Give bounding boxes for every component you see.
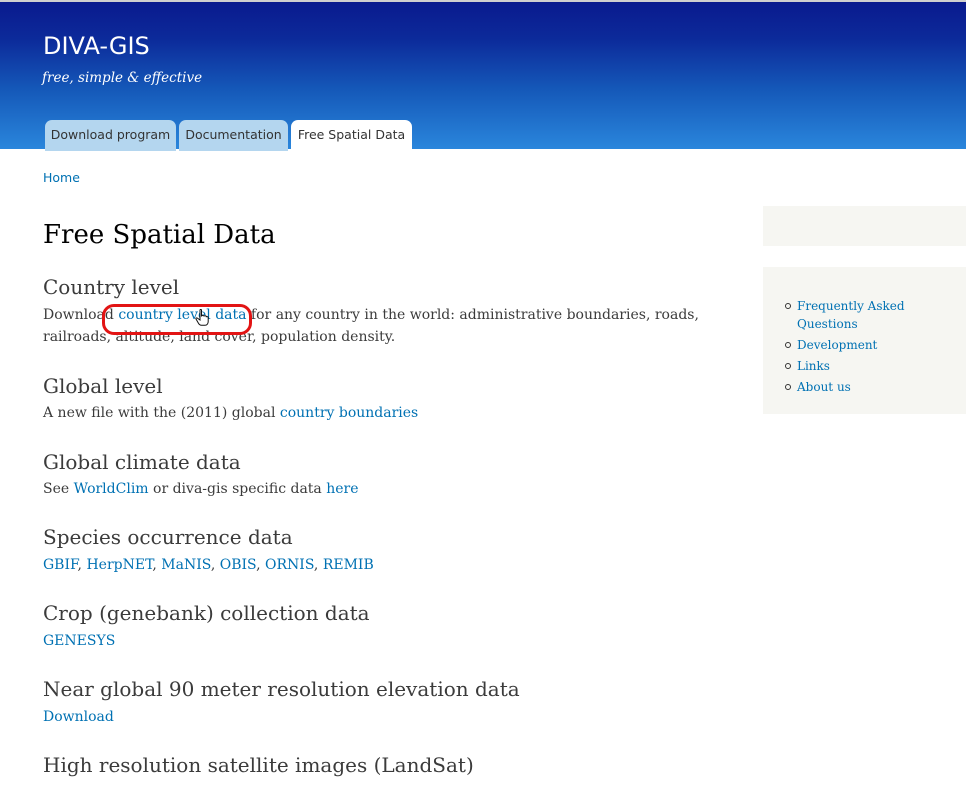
section-text-crop-collection: GENESYS: [43, 630, 733, 652]
obis-link[interactable]: OBIS: [220, 557, 256, 573]
tab-free-spatial-data[interactable]: Free Spatial Data: [291, 120, 412, 151]
elevation-download-link[interactable]: Download: [43, 709, 114, 725]
section-text-species-occurrence: GBIF, HerpNET, MaNIS, OBIS, ORNIS, REMIB: [43, 554, 733, 576]
species-separator: ,: [256, 557, 266, 573]
section-text-global-level: A new file with the (2011) global countr…: [43, 402, 733, 424]
site-slogan: free, simple & effective: [42, 70, 203, 86]
genesys-link[interactable]: GENESYS: [43, 633, 115, 649]
gbif-link[interactable]: GBIF: [43, 557, 78, 573]
sidebar-block-empty: [763, 206, 966, 246]
sidebar-navigation: Frequently Asked Questions Development L…: [763, 267, 966, 414]
sidebar-link-about-us[interactable]: About us: [797, 380, 851, 394]
section-title-global-level: Global level: [43, 374, 163, 398]
worldclim-link[interactable]: WorldClim: [74, 481, 149, 497]
sidebar-item-development: Development: [785, 336, 955, 354]
remib-link[interactable]: REMIB: [323, 557, 374, 573]
bullet-icon: [785, 384, 791, 390]
section-text-global-climate: See WorldClim or diva-gis specific data …: [43, 478, 733, 500]
sidebar-item-links: Links: [785, 357, 955, 375]
tab-documentation[interactable]: Documentation: [179, 120, 288, 151]
bullet-icon: [785, 303, 791, 309]
climate-text-prefix: See: [43, 481, 74, 497]
climate-text-middle: or diva-gis specific data: [148, 481, 327, 497]
herpnet-link[interactable]: HerpNET: [86, 557, 152, 573]
tab-download-program[interactable]: Download program: [45, 120, 176, 151]
section-title-elevation: Near global 90 meter resolution elevatio…: [43, 677, 520, 701]
breadcrumb-home-link[interactable]: Home: [43, 170, 80, 185]
species-separator: ,: [313, 557, 323, 573]
highlight-annotation-ring: [102, 304, 252, 335]
section-title-global-climate: Global climate data: [43, 450, 241, 474]
sidebar-link-links[interactable]: Links: [797, 359, 830, 373]
bullet-icon: [785, 342, 791, 348]
site-header: DIVA-GIS free, simple & effective Downlo…: [0, 0, 966, 151]
section-title-country-level: Country level: [43, 275, 180, 299]
bullet-icon: [785, 363, 791, 369]
manis-link[interactable]: MaNIS: [161, 557, 211, 573]
sidebar-link-faq[interactable]: Frequently Asked Questions: [797, 299, 905, 331]
site-name-link[interactable]: DIVA-GIS: [43, 32, 150, 60]
global-text-prefix: A new file with the (2011) global: [43, 405, 280, 421]
sidebar-item-faq: Frequently Asked Questions: [785, 297, 955, 333]
page-title: Free Spatial Data: [43, 220, 276, 250]
section-title-crop-collection: Crop (genebank) collection data: [43, 601, 370, 625]
sidebar-menu: Frequently Asked Questions Development L…: [785, 297, 955, 399]
breadcrumb: Home: [43, 170, 80, 185]
section-title-species-occurrence: Species occurrence data: [43, 525, 293, 549]
species-separator: ,: [210, 557, 220, 573]
section-text-elevation: Download: [43, 706, 733, 728]
species-separator: ,: [152, 557, 162, 573]
sidebar-link-development[interactable]: Development: [797, 338, 877, 352]
section-title-satellite-images: High resolution satellite images (LandSa…: [43, 753, 474, 777]
climate-here-link[interactable]: here: [326, 481, 358, 497]
ornis-link[interactable]: ORNIS: [265, 557, 314, 573]
hand-pointer-cursor-icon: [195, 309, 209, 326]
country-boundaries-link[interactable]: country boundaries: [280, 405, 418, 421]
sidebar-item-about-us: About us: [785, 378, 955, 396]
